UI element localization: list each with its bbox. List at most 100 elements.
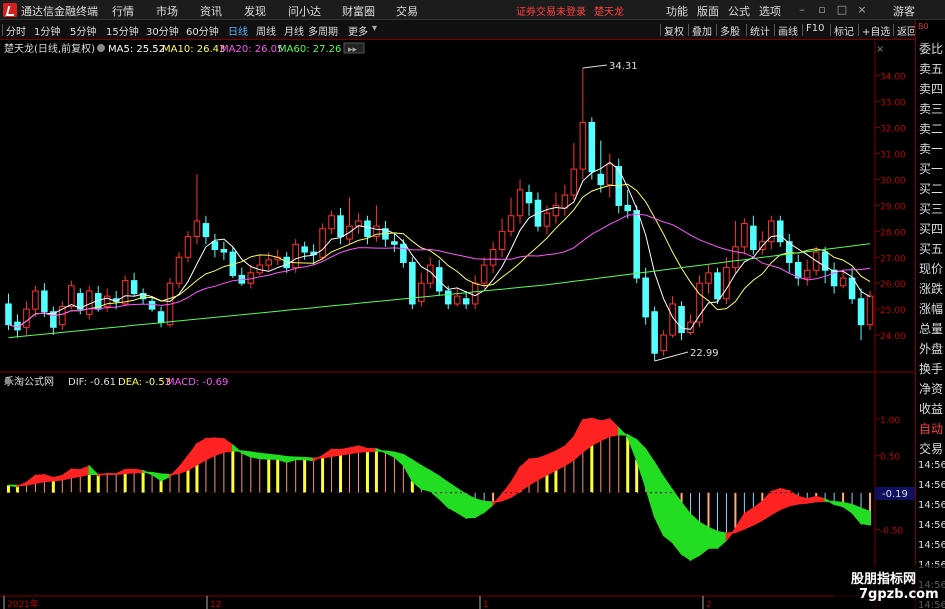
maximize-icon[interactable]: □ [835, 3, 849, 17]
candle[interactable] [803, 259, 811, 286]
candle[interactable] [337, 208, 344, 245]
candle[interactable] [732, 220, 739, 273]
menu-wealth[interactable]: 财富圈 [342, 3, 375, 19]
candle[interactable] [373, 205, 380, 242]
tab-intraday[interactable]: 分时 [6, 23, 26, 38]
candle[interactable] [256, 254, 264, 276]
candle[interactable] [5, 293, 12, 330]
candle[interactable] [570, 143, 578, 201]
candle[interactable] [202, 215, 210, 245]
tab-daily[interactable]: 日线 [228, 23, 248, 38]
candle[interactable] [857, 288, 865, 341]
menu-discover[interactable]: 发现 [244, 3, 266, 19]
candle[interactable] [579, 67, 587, 180]
candle[interactable] [355, 213, 362, 234]
side-panel-item[interactable]: 交易 [919, 440, 943, 457]
candle[interactable] [516, 179, 524, 224]
candle[interactable] [606, 153, 614, 198]
chevron-right-icon[interactable]: ▸▸ [348, 45, 358, 55]
candle[interactable] [498, 218, 506, 258]
chart-canvas[interactable]: 34.31 22.99 34.00 33.00 32.00 31.00 30.00 29.… [0, 41, 915, 609]
candle[interactable] [50, 306, 57, 336]
candle[interactable] [633, 205, 640, 284]
button-overlay[interactable]: 叠加 [692, 23, 712, 38]
candle[interactable] [642, 267, 649, 325]
button-adjust[interactable]: 复权 [664, 23, 684, 38]
candle[interactable] [328, 210, 335, 234]
tab-multi-period[interactable]: 多周期 [308, 23, 338, 38]
candle[interactable] [866, 290, 874, 330]
candle[interactable] [193, 174, 201, 245]
tab-more[interactable]: 更多 [348, 23, 368, 38]
candle[interactable] [247, 265, 255, 289]
button-multi-stock[interactable]: 多股 [720, 23, 740, 38]
close-panel-icon[interactable]: × [876, 44, 884, 55]
candle[interactable] [364, 215, 371, 245]
candle[interactable] [525, 184, 533, 216]
candle[interactable] [139, 288, 147, 304]
candle[interactable] [750, 215, 757, 255]
candle[interactable] [346, 197, 353, 245]
candle[interactable] [130, 272, 138, 297]
chevron-down-icon[interactable]: ▾ [372, 23, 377, 34]
candle[interactable] [462, 290, 470, 310]
tab-60min[interactable]: 60分钟 [186, 23, 219, 38]
tab-1min[interactable]: 1分钟 [34, 23, 60, 38]
settings-gear-icon[interactable] [97, 44, 105, 52]
candle[interactable] [175, 252, 183, 289]
menu-assistant[interactable]: 问小达 [288, 3, 321, 19]
candle[interactable] [794, 254, 802, 286]
guest-label[interactable]: 游客 [893, 3, 915, 19]
candle[interactable] [848, 267, 856, 304]
candle[interactable] [723, 257, 730, 304]
menu-layout[interactable]: 版面 [697, 3, 719, 19]
tab-weekly[interactable]: 周线 [256, 23, 276, 38]
candle[interactable] [229, 246, 237, 279]
indicator-gear-icon[interactable] [4, 377, 12, 385]
candle[interactable] [489, 241, 497, 273]
tab-5min[interactable]: 5分钟 [70, 23, 96, 38]
candle[interactable] [166, 278, 174, 328]
button-mark[interactable]: 标记 [834, 23, 854, 38]
candle[interactable] [624, 189, 632, 219]
menu-market[interactable]: 市场 [156, 3, 178, 19]
candle[interactable] [453, 288, 461, 307]
menu-trade[interactable]: 交易 [396, 3, 418, 19]
side-panel-item[interactable]: 自动 [919, 420, 943, 437]
candle[interactable] [480, 257, 488, 289]
button-draw[interactable]: 画线 [778, 23, 798, 38]
menu-options[interactable]: 选项 [759, 3, 781, 19]
candle[interactable] [741, 218, 748, 255]
candle[interactable] [427, 257, 434, 289]
candle[interactable] [678, 301, 685, 341]
candle[interactable] [400, 239, 407, 268]
candle[interactable] [687, 314, 694, 336]
candle[interactable] [391, 233, 398, 253]
candle[interactable] [759, 231, 766, 255]
candle[interactable] [418, 272, 425, 307]
candle[interactable] [184, 231, 192, 263]
restore-icon[interactable]: ▫ [815, 3, 829, 17]
candle[interactable] [561, 184, 569, 216]
candle[interactable] [651, 306, 658, 361]
candle[interactable] [588, 117, 596, 180]
candle[interactable] [157, 306, 165, 328]
candle[interactable] [23, 301, 30, 336]
candle[interactable] [507, 197, 515, 237]
tab-30min[interactable]: 30分钟 [146, 23, 179, 38]
chart-area[interactable]: 34.31 22.99 34.00 33.00 32.00 31.00 30.00 29.… [0, 41, 915, 609]
button-f10[interactable]: F10 [806, 23, 824, 34]
candle[interactable] [238, 267, 246, 286]
button-back[interactable]: 返回 [897, 23, 917, 38]
candle[interactable] [660, 329, 667, 356]
button-stats[interactable]: 统计 [750, 23, 770, 38]
candle[interactable] [777, 215, 784, 247]
tab-15min[interactable]: 15分钟 [106, 23, 139, 38]
candle[interactable] [409, 257, 416, 310]
minimize-icon[interactable]: – [795, 3, 809, 17]
candle[interactable] [705, 265, 712, 294]
menu-quotes[interactable]: 行情 [112, 3, 134, 19]
button-add-favorite[interactable]: +自选 [862, 23, 890, 38]
candle[interactable] [59, 301, 66, 330]
close-icon[interactable]: × [855, 3, 869, 17]
